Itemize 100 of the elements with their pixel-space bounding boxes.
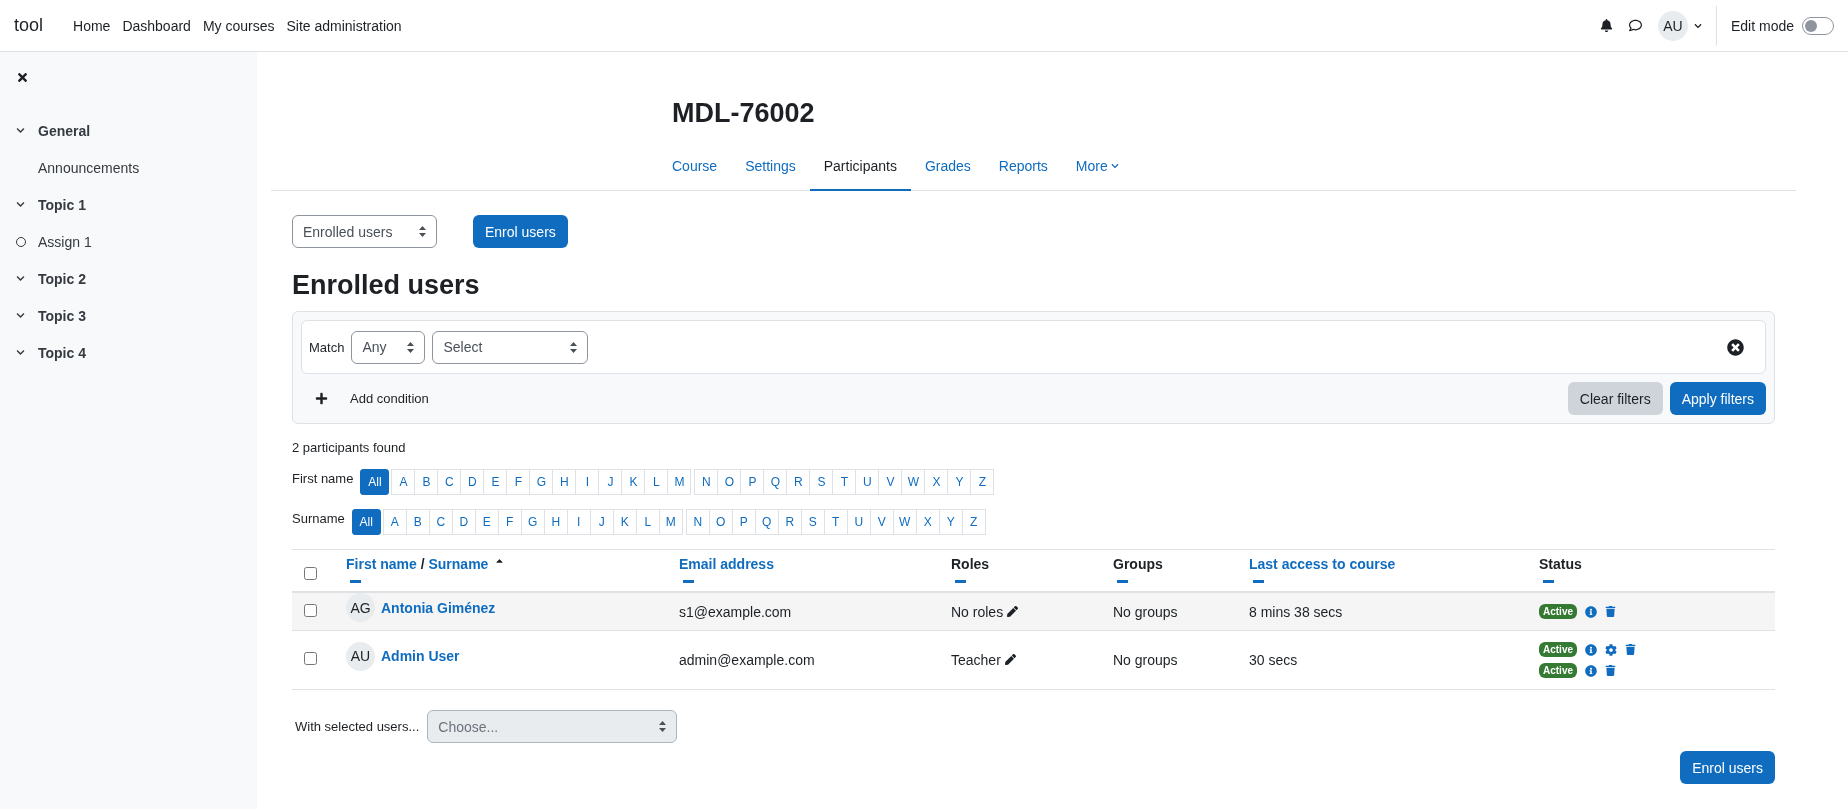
column-header[interactable]: First name [346,556,417,572]
user-name-link[interactable]: Antonia Giménez [381,599,496,616]
initial-filter[interactable]: L [644,469,669,495]
initial-filter[interactable]: Q [763,469,788,495]
column-header[interactable]: Email address [679,556,774,572]
column-header[interactable]: Last access to course [1249,556,1396,572]
initial-filter[interactable]: Q [754,509,779,535]
filter-type-select[interactable]: Select [432,330,589,364]
initial-filter[interactable]: N [694,469,719,495]
initial-filter[interactable]: C [437,469,462,495]
initial-filter[interactable]: All [351,509,381,535]
initial-filter[interactable]: H [543,509,568,535]
section-item[interactable]: Topic 1 [16,186,241,223]
user-avatar[interactable]: AU [1657,10,1688,41]
initial-filter[interactable]: K [612,509,637,535]
user-name-link[interactable]: Admin User [381,648,460,664]
add-condition-button[interactable]: Add condition [301,391,443,406]
initial-filter[interactable]: I [566,509,591,535]
view-select[interactable]: Enrolled users [292,215,437,248]
initial-filter[interactable]: R [777,509,802,535]
apply-filters-button[interactable]: Apply filters [1669,382,1766,415]
initial-filter[interactable]: T [832,469,857,495]
initial-filter[interactable]: G [529,469,554,495]
close-icon[interactable] [16,71,29,84]
initial-filter[interactable]: T [823,509,848,535]
initial-filter[interactable]: P [740,469,765,495]
settings-icon[interactable] [1605,643,1617,656]
initial-filter[interactable]: F [506,469,531,495]
nav-tab[interactable]: Settings [731,145,810,191]
delete-icon[interactable] [1605,665,1616,676]
chevron-down-icon[interactable] [16,126,25,135]
initial-filter[interactable]: A [382,509,407,535]
initial-filter[interactable]: F [497,509,522,535]
row-checkbox[interactable] [304,603,317,617]
chevron-down-icon[interactable] [16,348,25,357]
initial-filter[interactable]: M [658,509,683,535]
initial-filter[interactable]: W [892,509,917,535]
initial-filter[interactable]: P [731,509,756,535]
initial-filter[interactable]: B [414,469,439,495]
row-checkbox[interactable] [304,652,317,665]
initial-filter[interactable]: Z [970,469,995,495]
enrol-users-button[interactable]: Enrol users [473,215,568,248]
delete-icon[interactable] [1605,606,1616,617]
initial-filter[interactable]: E [483,469,508,495]
edit-icon[interactable] [1007,605,1019,617]
select-all-checkbox[interactable] [304,567,317,580]
edit-mode-toggle[interactable] [1802,16,1834,35]
initial-filter[interactable]: N [685,509,710,535]
chevron-down-icon[interactable] [16,274,25,283]
edit-icon[interactable] [1004,654,1016,665]
initial-filter[interactable]: S [800,509,825,535]
initial-filter[interactable]: U [855,469,880,495]
chevron-down-icon[interactable] [1693,21,1702,30]
initial-filter[interactable]: Z [961,509,986,535]
initial-filter[interactable]: V [869,509,894,535]
nav-tab[interactable]: Reports [984,145,1062,191]
initial-filter[interactable]: U [846,509,871,535]
clear-filters-button[interactable]: Clear filters [1567,382,1663,415]
activity-item[interactable]: Announcements [16,149,241,186]
initial-filter[interactable]: Y [938,509,963,535]
initial-filter[interactable]: L [635,509,660,535]
initial-filter[interactable]: W [901,469,926,495]
nav-tab[interactable]: Participants [809,145,911,191]
column-header[interactable]: Surname [428,556,506,572]
initial-filter[interactable]: All [360,469,390,495]
initial-filter[interactable]: J [598,469,623,495]
initial-filter[interactable]: R [786,469,811,495]
messages-icon[interactable] [1628,19,1642,32]
section-item[interactable]: Topic 4 [16,334,241,371]
initial-filter[interactable]: J [589,509,614,535]
enrol-users-button[interactable]: Enrol users [1680,751,1775,784]
nav-tab[interactable]: Course [658,145,732,191]
initial-filter[interactable]: O [708,509,733,535]
initial-filter[interactable]: I [575,469,600,495]
info-icon[interactable] [1585,605,1597,618]
initial-filter[interactable]: S [809,469,834,495]
initial-filter[interactable]: B [405,509,430,535]
activity-item[interactable]: Assign 1 [16,223,241,260]
nav-link[interactable]: Home [73,17,111,34]
nav-tab[interactable]: More [1061,145,1133,191]
section-item[interactable]: General [16,112,241,149]
site-name[interactable]: tool [14,15,44,36]
nav-tab[interactable]: Grades [910,145,985,191]
initial-filter[interactable]: D [460,469,485,495]
info-icon[interactable] [1585,664,1597,677]
section-item[interactable]: Topic 2 [16,260,241,297]
match-select[interactable]: Any [351,330,426,364]
initial-filter[interactable]: D [451,509,476,535]
initial-filter[interactable]: X [924,469,949,495]
nav-link[interactable]: My courses [202,17,275,34]
info-icon[interactable] [1585,643,1597,656]
initial-filter[interactable]: X [915,509,940,535]
initial-filter[interactable]: K [621,469,646,495]
chevron-down-icon[interactable] [16,311,25,320]
initial-filter[interactable]: Y [947,469,972,495]
notifications-icon[interactable] [1599,19,1613,32]
delete-icon[interactable] [1625,644,1636,655]
initial-filter[interactable]: H [552,469,577,495]
initial-filter[interactable]: E [474,509,499,535]
initial-filter[interactable]: G [520,509,545,535]
